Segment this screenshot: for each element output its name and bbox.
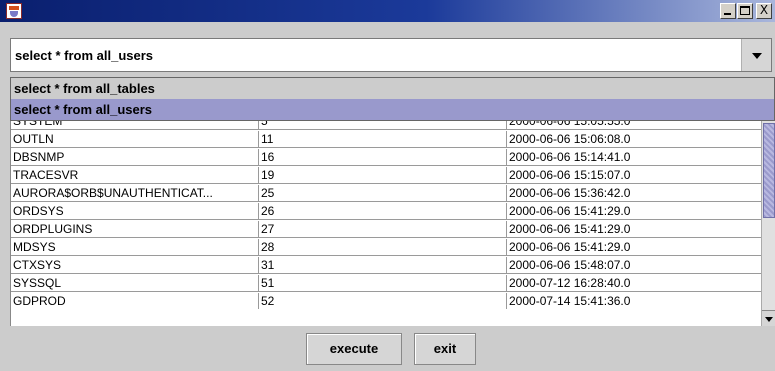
- scroll-down-button[interactable]: [762, 310, 775, 326]
- userid-cell: 16: [259, 149, 507, 165]
- table-row[interactable]: TRACESVR 19 2000-06-06 15:15:07.0: [11, 167, 761, 184]
- minimize-button[interactable]: [720, 3, 736, 19]
- query-combo-box[interactable]: select * from all_users: [10, 38, 772, 72]
- created-cell: 2000-06-06 15:15:07.0: [509, 168, 631, 182]
- table-row[interactable]: ORDPLUGINS 27 2000-06-06 15:41:29.0: [11, 221, 761, 238]
- userid-cell: 19: [259, 167, 507, 183]
- created-cell: 2000-06-06 15:06:08.0: [509, 132, 631, 146]
- username-cell: GDPROD: [11, 293, 259, 309]
- table-row[interactable]: DBSNMP 16 2000-06-06 15:14:41.0: [11, 149, 761, 166]
- dropdown-option-all-users[interactable]: select * from all_users: [11, 99, 774, 120]
- table-row[interactable]: CTXSYS 31 2000-06-06 15:48:07.0: [11, 257, 761, 274]
- created-cell: 2000-07-14 15:41:36.0: [509, 294, 631, 308]
- java-cup-icon[interactable]: [6, 3, 22, 19]
- username-cell: AURORA$ORB$UNAUTHENTICAT...: [11, 185, 259, 201]
- table-row[interactable]: GDPROD 52 2000-07-14 15:41:36.0: [11, 293, 761, 326]
- userid-cell: 28: [259, 239, 507, 255]
- userid-cell: 31: [259, 257, 507, 273]
- minimize-icon: [724, 13, 731, 15]
- username-cell: DBSNMP: [11, 149, 259, 165]
- table-row[interactable]: MDSYS 28 2000-06-06 15:41:29.0: [11, 239, 761, 256]
- username-cell: ORDSYS: [11, 203, 259, 219]
- userid-cell: 52: [259, 293, 507, 309]
- created-cell: 2000-07-12 16:28:40.0: [509, 276, 631, 290]
- title-bar: X: [0, 0, 775, 22]
- dropdown-option-all-tables[interactable]: select * from all_tables: [11, 78, 774, 99]
- maximize-button[interactable]: [737, 3, 753, 19]
- userid-cell: 51: [259, 275, 507, 291]
- results-table: SYSTEM 5 2000-06-06 15:05:55.0 OUTLN 11 …: [10, 121, 761, 326]
- maximize-icon: [740, 6, 750, 15]
- table-row[interactable]: SYSTEM 5 2000-06-06 15:05:55.0: [11, 121, 761, 130]
- table-row[interactable]: ORDSYS 26 2000-06-06 15:41:29.0: [11, 203, 761, 220]
- created-cell: 2000-06-06 15:48:07.0: [509, 258, 631, 272]
- execute-button[interactable]: execute: [306, 333, 402, 365]
- userid-cell: 26: [259, 203, 507, 219]
- exit-button[interactable]: exit: [414, 333, 476, 365]
- close-button[interactable]: X: [756, 3, 772, 19]
- username-cell: ORDPLUGINS: [11, 221, 259, 237]
- created-cell: 2000-06-06 15:41:29.0: [509, 240, 631, 254]
- userid-cell: 25: [259, 185, 507, 201]
- table-row[interactable]: OUTLN 11 2000-06-06 15:06:08.0: [11, 131, 761, 148]
- userid-cell: 11: [259, 131, 507, 147]
- close-icon: X: [759, 3, 769, 17]
- userid-cell: 27: [259, 221, 507, 237]
- username-cell: TRACESVR: [11, 167, 259, 183]
- username-cell: MDSYS: [11, 239, 259, 255]
- created-cell: 2000-06-06 15:36:42.0: [509, 186, 631, 200]
- table-row[interactable]: AURORA$ORB$UNAUTHENTICAT... 25 2000-06-0…: [11, 185, 761, 202]
- scrollbar-thumb[interactable]: [763, 123, 775, 218]
- chevron-down-icon: [752, 53, 762, 59]
- userid-cell: 5: [259, 121, 507, 129]
- combo-dropdown-button[interactable]: [741, 39, 771, 71]
- query-dropdown-list: select * from all_tables select * from a…: [10, 77, 775, 121]
- table-row[interactable]: SYSSQL 51 2000-07-12 16:28:40.0: [11, 275, 761, 292]
- vertical-scrollbar[interactable]: [761, 121, 775, 326]
- created-cell: 2000-06-06 15:14:41.0: [509, 150, 631, 164]
- arrow-down-icon: [765, 317, 773, 322]
- created-cell: 2000-06-06 15:41:29.0: [509, 222, 631, 236]
- created-cell: 2000-06-06 15:41:29.0: [509, 204, 631, 218]
- created-cell: 2000-06-06 15:05:55.0: [509, 121, 631, 128]
- query-combo-value: select * from all_users: [15, 48, 154, 63]
- username-cell: SYSSQL: [11, 275, 259, 291]
- username-cell: SYSTEM: [11, 121, 259, 129]
- username-cell: OUTLN: [11, 131, 259, 147]
- username-cell: CTXSYS: [11, 257, 259, 273]
